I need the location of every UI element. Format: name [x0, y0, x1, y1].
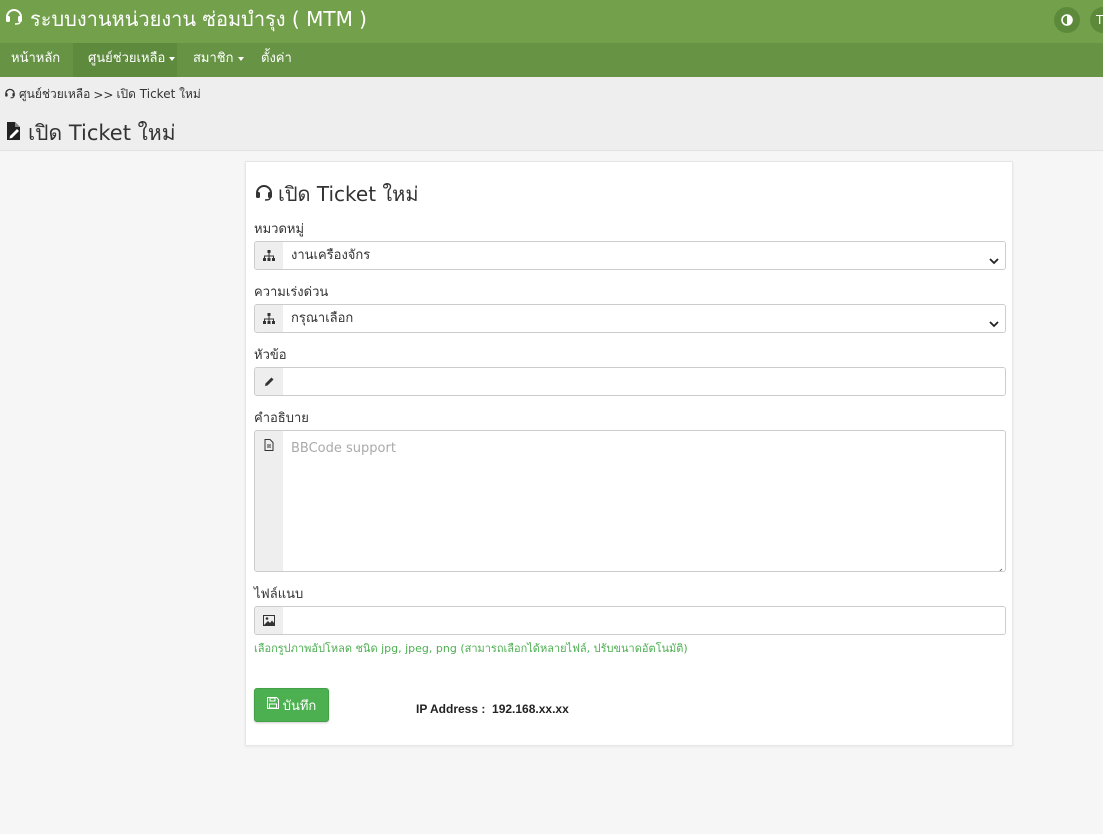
contrast-icon [1061, 11, 1073, 30]
nav-settings-label: ตั้งค่า [261, 51, 292, 66]
new-ticket-card: เปิด Ticket ใหม่ หมวดหมู่ งานเครื่องจักร… [245, 161, 1013, 746]
breadcrumb-separator: >> [93, 87, 114, 102]
file-text-icon [255, 431, 283, 571]
resize-grip-icon[interactable] [995, 561, 1003, 571]
attachment-label: ไฟล์แนบ [254, 587, 304, 602]
priority-label: ความเร่งด่วน [254, 285, 329, 300]
breadcrumb-current: เปิด Ticket ใหม่ [116, 87, 201, 101]
ip-address-info: IP Address : 192.168.xx.xx [416, 702, 569, 716]
save-button-label: บันทึก [282, 698, 317, 714]
attachment-group[interactable] [254, 606, 1006, 635]
main-nav: หน้าหลัก ศูนย์ช่วยเหลือ สมาชิก ตั้งค่า [0, 43, 1103, 77]
user-avatar[interactable]: T [1090, 7, 1103, 33]
priority-select[interactable]: กรุณาเลือก [283, 305, 1005, 332]
nav-home-label: หน้าหลัก [11, 51, 61, 66]
nav-members[interactable]: สมาชิก [177, 43, 247, 77]
file-edit-icon [5, 121, 23, 146]
category-label: หมวดหมู่ [254, 222, 305, 237]
breadcrumb-link-help-center[interactable]: ศูนย์ช่วยเหลือ [19, 85, 90, 104]
user-initial: T [1096, 13, 1103, 27]
nav-home[interactable]: หน้าหลัก [0, 43, 73, 77]
category-group: งานเครื่องจักร [254, 241, 1006, 270]
attachment-hint: เลือกรูปภาพอัปโหลด ชนิด jpg, jpeg, png (… [254, 642, 688, 655]
save-button[interactable]: บันทึก [254, 688, 329, 722]
nav-members-label: สมาชิก [193, 51, 234, 66]
pencil-icon [255, 368, 283, 395]
priority-group: กรุณาเลือก [254, 304, 1006, 333]
form-title: เปิด Ticket ใหม่ [254, 178, 419, 210]
floppy-disk-icon [266, 696, 279, 713]
headset-icon [4, 87, 16, 102]
category-select[interactable]: งานเครื่องจักร [283, 242, 1005, 269]
nav-help-center-label: ศูนย์ช่วยเหลือ [88, 51, 166, 66]
sitemap-icon [255, 242, 283, 269]
page-title: เปิด Ticket ใหม่ [5, 117, 176, 150]
image-icon [255, 607, 283, 634]
description-textarea[interactable] [283, 431, 1005, 571]
breadcrumb: ศูนย์ช่วยเหลือ >> เปิด Ticket ใหม่ [4, 85, 201, 104]
top-bar: ระบบงานหน่วยงาน ซ่อมบำรุง ( MTM ) T [0, 0, 1103, 43]
attachment-file-input[interactable] [283, 607, 1005, 634]
page-header: ศูนย์ช่วยเหลือ >> เปิด Ticket ใหม่ เปิด … [0, 77, 1103, 151]
nav-settings[interactable]: ตั้งค่า [247, 43, 307, 77]
page-title-text: เปิด Ticket ใหม่ [28, 121, 176, 145]
theme-toggle-button[interactable] [1054, 7, 1080, 33]
description-label: คำอธิบาย [254, 411, 309, 426]
description-group [254, 430, 1006, 572]
caret-down-icon [237, 56, 244, 61]
app-title[interactable]: ระบบงานหน่วยงาน ซ่อมบำรุง ( MTM ) [4, 6, 367, 31]
subject-input[interactable] [283, 368, 1005, 395]
ip-address-value: 192.168.xx.xx [492, 702, 569, 716]
app-title-text: ระบบงานหน่วยงาน ซ่อมบำรุง ( MTM ) [30, 6, 367, 31]
ip-address-label: IP Address : [416, 702, 486, 716]
form-title-text: เปิด Ticket ใหม่ [278, 182, 419, 206]
subject-group [254, 367, 1006, 396]
headset-icon [4, 6, 24, 31]
nav-help-center[interactable]: ศูนย์ช่วยเหลือ [73, 43, 177, 77]
subject-label: หัวข้อ [254, 348, 287, 363]
caret-down-icon [169, 56, 176, 61]
sitemap-icon [255, 305, 283, 332]
headset-icon [254, 182, 274, 207]
